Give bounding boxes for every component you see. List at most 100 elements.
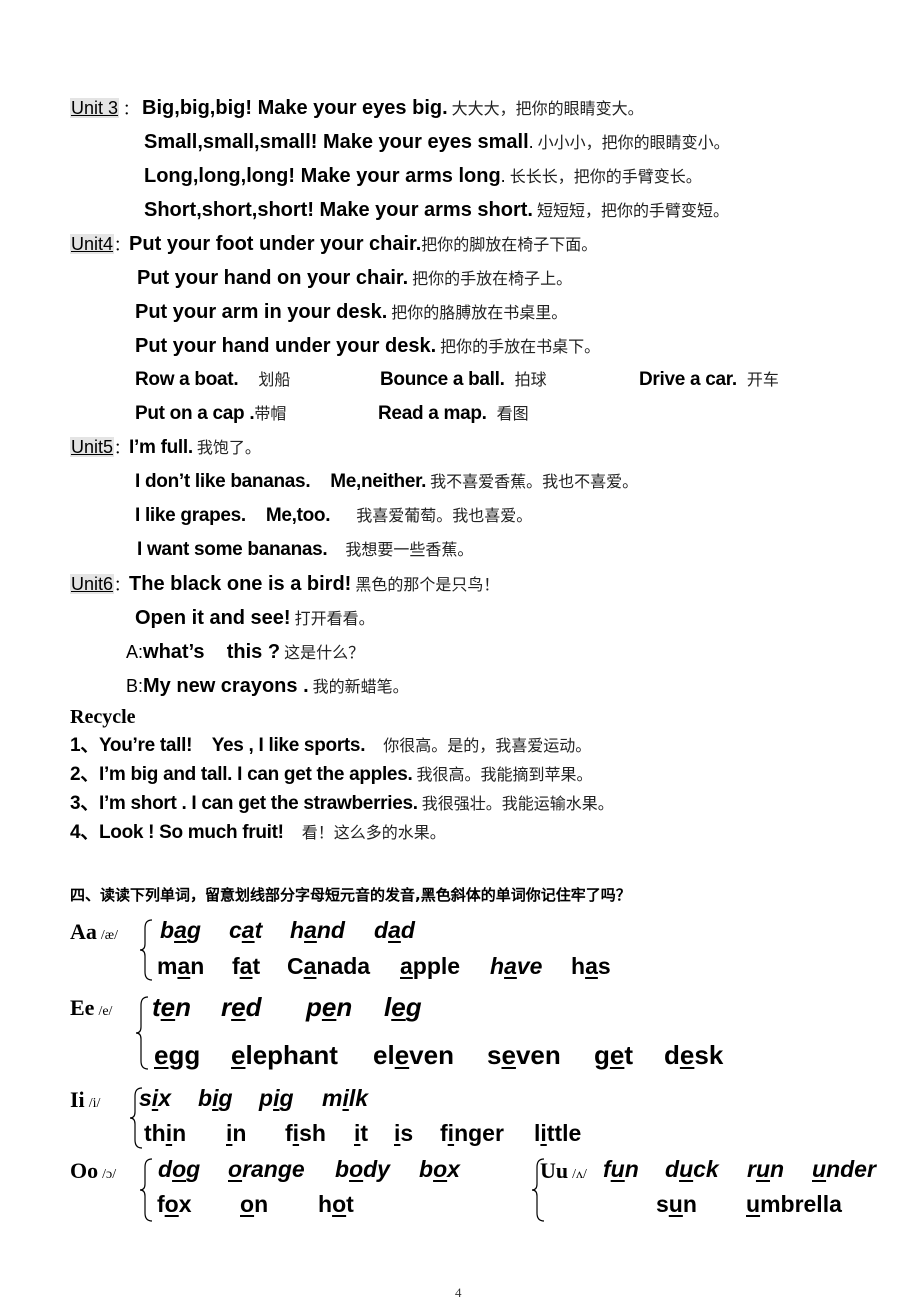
item-zh: 看！这么多的水果。	[301, 823, 446, 842]
vowel-word-a-row2-0: man	[157, 953, 205, 979]
underlined-vowel: u	[812, 1156, 827, 1182]
recycle-item-1: 1、You’re tall! Yes , I like sports. 你很高。…	[70, 736, 591, 755]
vowel-word-o-row1-1: orange	[228, 1156, 305, 1182]
underlined-vowel: o	[164, 1191, 179, 1217]
vowel-word-e-row2-3: seven	[487, 1040, 561, 1070]
unit3-line1-en: Big,big,big! Make your eyes big.	[142, 97, 448, 119]
recycle-title: Recycle	[70, 706, 136, 728]
underlined-vowel: a	[177, 953, 191, 979]
unit6-colon: ：	[114, 576, 130, 594]
underlined-vowel: a	[388, 917, 401, 943]
ipa: /æ/	[100, 928, 119, 943]
dialogue-en: My new crayons .	[143, 675, 309, 697]
vowel-word-u-row2-1: umbrella	[746, 1191, 842, 1217]
unit6-line2: Open it and see! 打开看看。	[135, 608, 375, 628]
underlined-vowel: e	[679, 1040, 695, 1070]
underlined-vowel: e	[394, 1040, 410, 1070]
unit5-line3: I like grapes. Me,too. 我喜爱葡萄。我也喜爱。	[135, 506, 532, 525]
underlined-vowel: i	[165, 1120, 173, 1146]
unit4-line4: Put your hand under your desk. 把你的手放在书桌下…	[135, 336, 600, 356]
underlined-vowel: u	[679, 1156, 694, 1182]
vowel-word-i-row2-4: is	[394, 1120, 414, 1146]
unit4-heading-line: Unit4：Put your foot under your chair.把你的…	[70, 234, 597, 254]
page-number: 4	[455, 1285, 462, 1300]
unit3-line4: Short,short,short! Make your arms short.…	[144, 200, 729, 220]
unit3-line2-period: .	[528, 132, 534, 152]
vowel-word-e-row2-0: egg	[154, 1040, 201, 1070]
unit5-line1-zh: 我饱了。	[196, 438, 261, 457]
unit4-line2: Put your hand on your chair. 把你的手放在椅子上。	[137, 268, 572, 288]
unit6-line1-en: The black one is a bird!	[129, 573, 352, 595]
vowel-word-a-row1-3: dad	[374, 917, 415, 943]
unit3-line4-en: Short,short,short! Make your arms short.	[144, 199, 533, 221]
vowel-word-o-row1-0: dog	[158, 1156, 201, 1182]
underlined-vowel: i	[212, 1085, 219, 1111]
unit4-phrase-bounce-ball: Bounce a ball. 拍球	[380, 370, 547, 389]
underlined-vowel: u	[668, 1191, 683, 1217]
speaker-label: B:	[126, 676, 144, 696]
underlined-vowel: a	[585, 953, 598, 979]
vowel-word-a-row2-5: has	[571, 953, 611, 979]
brace-a	[139, 919, 153, 981]
unit4-label: Unit4	[70, 234, 115, 254]
vowel-word-e-row1-3: leg	[384, 992, 422, 1022]
vowel-word-i-row2-3: it	[354, 1120, 369, 1146]
vowel-word-u-row1-0: fun	[603, 1156, 639, 1182]
unit4-line2-zh: 把你的手放在椅子上。	[412, 269, 573, 288]
dialogue-zh: 这是什么？	[284, 643, 365, 662]
underlined-vowel: o	[332, 1191, 347, 1217]
unit3-colon: ：	[123, 100, 139, 118]
underlined-vowel: i	[273, 1085, 280, 1111]
vowel-word-o-row2-2: hot	[318, 1191, 354, 1217]
unit5-label: Unit5	[70, 437, 115, 457]
recycle-item-2: 2、I’m big and tall. I can get the apples…	[70, 765, 592, 784]
vowel-word-e-row2-5: desk	[664, 1040, 724, 1070]
phrase-zh: 拍球	[514, 370, 547, 389]
unit6-label: Unit6	[70, 574, 115, 594]
vowel-word-i-row2-1: in	[226, 1120, 247, 1146]
item-number: 2、	[70, 764, 99, 785]
vowel-word-e-row1-0: ten	[152, 992, 192, 1022]
phrase-en: Read a map.	[378, 403, 487, 424]
underlined-vowel: a	[241, 917, 255, 943]
unit3-line3: Long,long,long! Make your arms long. 长长长…	[144, 166, 702, 186]
phrase-zh: 带帽	[254, 404, 287, 423]
unit4-phrase-row-boat: Row a boat. 划船	[135, 370, 290, 389]
vowel-label-e: Ee /e/	[70, 997, 112, 1019]
underlined-vowel: e	[391, 992, 406, 1022]
unit4-phrase-read-map: Read a map. 看图	[378, 404, 529, 423]
vowel-label-u: Uu /ʌ/	[540, 1160, 587, 1182]
ipa: /i/	[88, 1096, 101, 1111]
vowel-word-a-row2-4: have	[490, 953, 543, 979]
underlined-vowel: e	[231, 1040, 246, 1070]
underlined-vowel: o	[228, 1156, 243, 1182]
unit3-line3-zh: 长长长，把你的手臂变长。	[509, 167, 702, 186]
vowel-word-i-row1-0: six	[139, 1085, 171, 1111]
unit4-line1-zh: 把你的脚放在椅子下面。	[421, 235, 598, 254]
unit3-line2: Small,small,small! Make your eyes small.…	[144, 132, 730, 152]
phrase-zh: 开车	[746, 370, 779, 389]
vowel-word-a-row2-3: apple	[400, 953, 461, 979]
phrase-zh: 划船	[258, 370, 291, 389]
unit5-line3-zh: 我喜爱葡萄。我也喜爱。	[356, 506, 533, 525]
unit4-phrase-drive-car: Drive a car. 开车	[639, 370, 779, 389]
brace-o	[139, 1158, 153, 1222]
vowel-word-a-row2-1: fat	[232, 953, 261, 979]
vowel-word-i-row1-2: pig	[259, 1085, 294, 1111]
unit6-dialogue-b: B:My new crayons . 我的新蜡笔。	[126, 676, 409, 696]
item-number: 3、	[70, 793, 99, 814]
vowel-word-a-row2-2: Canada	[287, 953, 371, 979]
item-en: You’re tall! Yes , I like sports.	[98, 735, 366, 756]
unit4-line3-en: Put your arm in your desk.	[135, 301, 388, 323]
vowel-word-i-row2-5: finger	[440, 1120, 504, 1146]
phrase-en: Row a boat.	[135, 369, 239, 390]
underlined-vowel: a	[239, 953, 253, 979]
underlined-vowel: i	[226, 1120, 233, 1146]
vowel-word-i-row2-0: thin	[144, 1120, 187, 1146]
vowel-word-i-row2-6: little	[534, 1120, 582, 1146]
vowel-word-i-row1-3: milk	[322, 1085, 369, 1111]
underlined-vowel: a	[304, 917, 317, 943]
unit4-colon: ：	[114, 236, 130, 254]
unit5-line1-en: I’m full.	[129, 437, 193, 458]
unit5-line2: I don’t like bananas. Me,neither. 我不喜爱香蕉…	[135, 472, 638, 491]
